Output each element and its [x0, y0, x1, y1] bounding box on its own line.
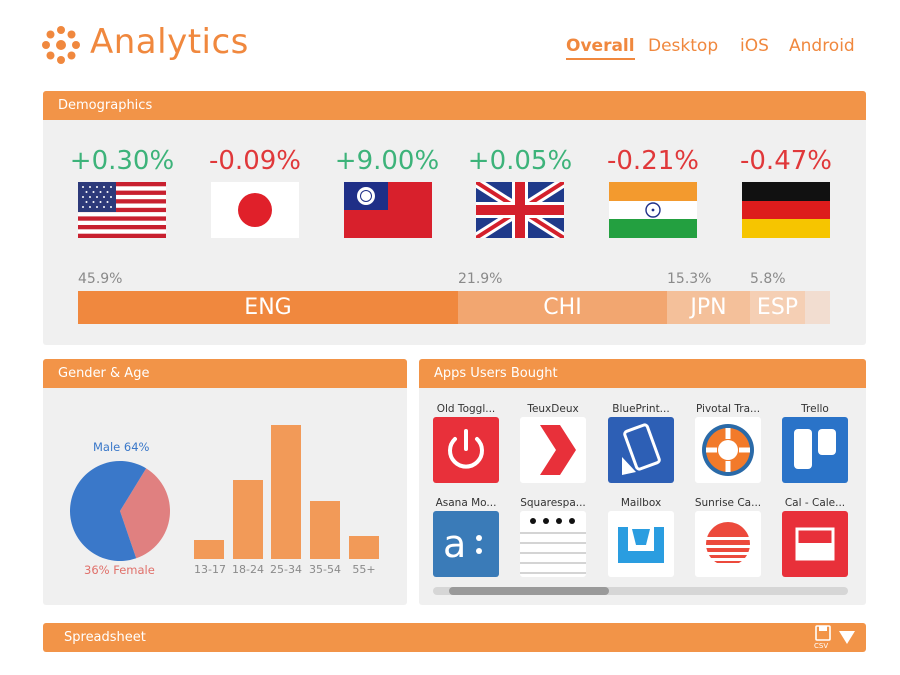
japan-flag	[211, 182, 299, 238]
lang-other-segment	[805, 291, 830, 324]
spreadsheet-bar[interactable]: Spreadsheet	[43, 623, 866, 652]
tab-desktop[interactable]: Desktop	[648, 36, 718, 56]
age-bar-55+	[349, 536, 379, 559]
app-name-cal: Cal - Cale...	[784, 497, 846, 509]
app-trello[interactable]	[782, 417, 848, 483]
age-label-55-plus: 55+	[352, 563, 376, 576]
app-pivotal[interactable]	[695, 417, 761, 483]
tab-android[interactable]: Android	[789, 36, 855, 56]
tab-overall[interactable]: Overall	[566, 36, 635, 60]
lang-jpn-percent: 15.3%	[667, 271, 712, 287]
age-label-18-24: 18-24	[232, 563, 264, 576]
gear-icon	[702, 424, 754, 476]
taiwan-flag	[344, 182, 432, 238]
trello-board-icon	[794, 429, 836, 469]
notebook-icon	[520, 518, 586, 574]
app-name-pivotal: Pivotal Tra...	[695, 403, 761, 415]
calendar-icon	[795, 527, 835, 561]
app-name-squarespace: Squarespa...	[520, 497, 586, 509]
germany-flag	[742, 182, 830, 238]
uk-change: +0.05%	[467, 146, 573, 176]
inbox-tray-icon	[618, 527, 664, 563]
logo-icon	[42, 26, 80, 64]
app-title: Analytics	[90, 22, 249, 62]
spreadsheet-title: Spreadsheet	[64, 630, 146, 645]
germany-change: -0.47%	[740, 146, 832, 176]
india-change: -0.21%	[607, 146, 699, 176]
usa-flag	[78, 182, 166, 238]
app-squarespace[interactable]	[520, 511, 586, 577]
save-icon[interactable]	[813, 625, 833, 643]
taiwan-change: +9.00%	[334, 146, 440, 176]
chevron-right-icon	[540, 425, 576, 475]
svg-text:a: a	[443, 522, 466, 566]
usa-change: +0.30%	[69, 146, 175, 176]
tab-ios[interactable]: iOS	[740, 36, 769, 56]
age-bar-35-54	[310, 501, 340, 559]
app-name-old-toggl: Old Toggl...	[436, 403, 496, 415]
japan-change: -0.09%	[209, 146, 301, 176]
power-icon	[448, 429, 484, 469]
uk-flag	[476, 182, 564, 238]
lang-esp-percent: 5.8%	[750, 271, 786, 287]
age-bar-13-17	[194, 540, 224, 559]
app-blueprint[interactable]	[608, 417, 674, 483]
apps-header: Apps Users Bought	[419, 359, 866, 388]
app-asana[interactable]: a	[433, 511, 499, 577]
male-label: Male 64%	[93, 440, 150, 454]
lang-eng-segment: ENG	[78, 291, 458, 324]
age-bar-25-34	[271, 425, 301, 559]
lang-jpn-segment: JPN	[667, 291, 750, 324]
phone-icon	[622, 423, 661, 475]
lang-esp-segment: ESP	[750, 291, 805, 324]
demographics-header: Demographics	[43, 91, 866, 120]
app-cal[interactable]	[782, 511, 848, 577]
age-label-13-17: 13-17	[194, 563, 226, 576]
app-mailbox[interactable]	[608, 511, 674, 577]
female-label: 36% Female	[84, 563, 155, 577]
asana-icon: a	[443, 522, 482, 566]
age-label-25-34: 25-34	[270, 563, 302, 576]
app-name-trello: Trello	[801, 403, 829, 415]
gender-age-header: Gender & Age	[43, 359, 407, 388]
app-name-asana: Asana Mo...	[435, 497, 497, 509]
csv-label: CSV	[814, 642, 829, 650]
age-label-35-54: 35-54	[309, 563, 341, 576]
app-name-sunrise: Sunrise Ca...	[694, 497, 762, 509]
lang-chi-percent: 21.9%	[458, 271, 503, 287]
apps-scrollbar-thumb[interactable]	[449, 587, 609, 595]
age-bar-18-24	[233, 480, 263, 559]
gender-pie-chart	[70, 461, 170, 561]
chevron-down-icon[interactable]	[837, 628, 857, 646]
app-name-teuxdeux: TeuxDeux	[527, 403, 579, 415]
sunrise-icon	[706, 522, 750, 563]
app-teuxdeux[interactable]	[520, 417, 586, 483]
app-name-mailbox: Mailbox	[620, 497, 662, 509]
app-old-toggl[interactable]	[433, 417, 499, 483]
lang-eng-percent: 45.9%	[78, 271, 123, 287]
india-flag	[609, 182, 697, 238]
app-name-blueprint: BluePrint...	[612, 403, 670, 415]
lang-chi-segment: CHI	[458, 291, 667, 324]
app-sunrise[interactable]	[695, 511, 761, 577]
